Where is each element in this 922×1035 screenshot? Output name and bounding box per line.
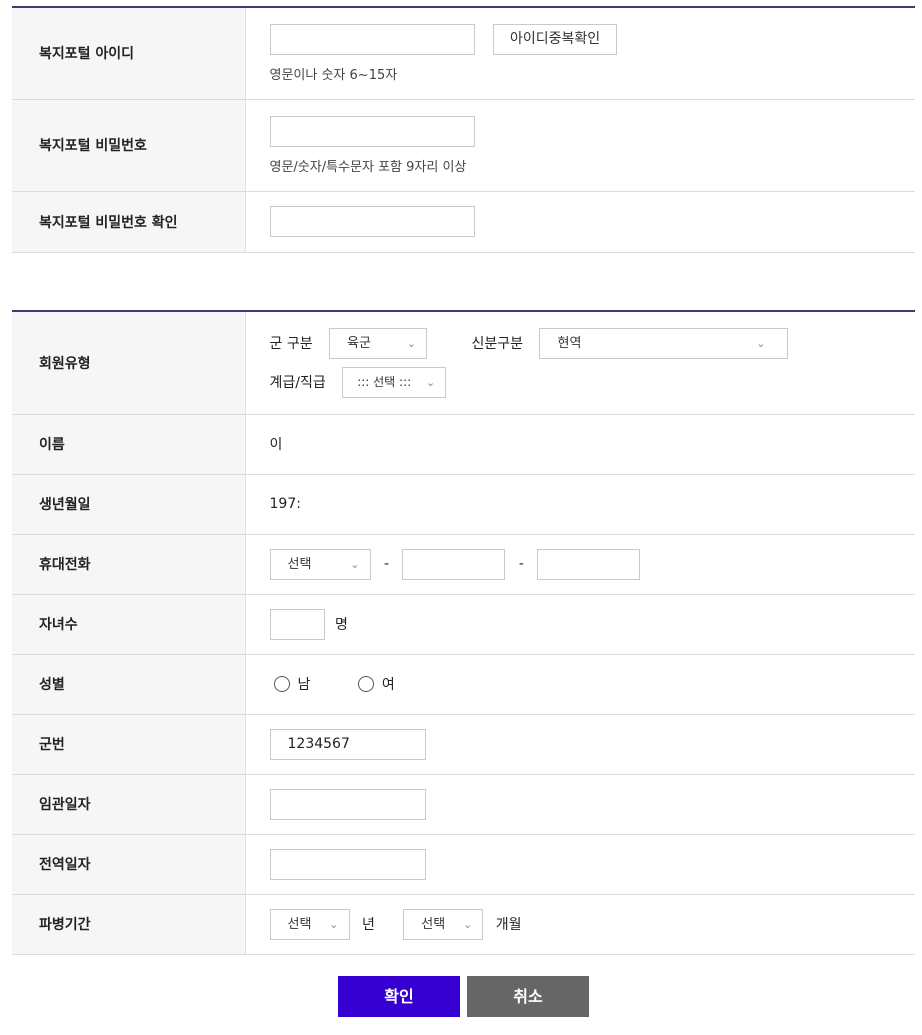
chevron-down-icon: ⌄ [329, 917, 339, 931]
password-input[interactable] [269, 115, 475, 147]
gender-label: 성별 [12, 654, 246, 715]
military-branch-select[interactable]: 육군 ⌄ [329, 327, 428, 359]
deployment-period-label: 파병기간 [12, 894, 246, 955]
password-help-text: 영문/숫자/특수문자 포함 9자리 이상 [269, 159, 467, 175]
cancel-button[interactable]: 취소 [467, 976, 589, 1017]
rank-label: 계급/직급 [269, 375, 326, 392]
military-branch-value: 육군 [347, 335, 371, 351]
deployment-month-unit: 개월 [495, 917, 522, 933]
chevron-down-icon: ⌄ [425, 375, 436, 389]
children-unit: 명 [334, 617, 348, 633]
service-number-label: 군번 [12, 714, 246, 775]
phone-separator: - [383, 556, 390, 572]
rank-value: ::: 선택 ::: [357, 374, 412, 389]
phone-separator: - [518, 556, 524, 572]
member-type-label: 회원유형 [12, 311, 246, 415]
gender-female-label: 여 [381, 677, 395, 693]
name-label: 이름 [12, 414, 246, 475]
chevron-down-icon: ⌄ [406, 336, 417, 350]
deployment-year-select[interactable]: 선택 ⌄ [269, 908, 350, 940]
status-select[interactable]: 현역 ⌄ [539, 327, 789, 359]
id-label: 복지포털 아이디 [12, 7, 246, 100]
commission-date-input[interactable] [269, 788, 426, 820]
birthdate-label: 생년월일 [12, 474, 246, 535]
phone-last-input[interactable] [537, 548, 641, 580]
radio-female-icon[interactable] [357, 676, 374, 692]
chevron-down-icon: ⌄ [756, 336, 766, 350]
name-value: 이 [245, 414, 915, 475]
discharge-date-input[interactable] [269, 848, 426, 880]
chevron-down-icon: ⌄ [463, 917, 473, 931]
account-form: 복지포털 아이디 아이디중복확인 영문이나 숫자 6~15자 복지포털 비밀번호… [12, 6, 915, 253]
id-duplicate-check-button[interactable]: 아이디중복확인 [492, 23, 618, 55]
password-label: 복지포털 비밀번호 [12, 99, 246, 192]
phone-prefix-value: 선택 [287, 556, 312, 572]
member-form: 회원유형 군 구분 육군 ⌄ 신분구분 현역 ⌄ 계급/직급 ::: 선택 ::… [12, 310, 915, 955]
id-help-text: 영문이나 숫자 6~15자 [269, 67, 398, 83]
deployment-year-unit: 년 [361, 917, 375, 933]
password-confirm-input[interactable] [269, 206, 475, 237]
gender-male-label: 남 [297, 677, 311, 693]
radio-male-icon[interactable] [273, 676, 290, 692]
phone-label: 휴대전화 [12, 534, 246, 595]
chevron-down-icon: ⌄ [350, 557, 360, 571]
status-label: 신분구분 [471, 336, 524, 353]
status-value: 현역 [557, 335, 582, 351]
deployment-month-select[interactable]: 선택 ⌄ [403, 908, 484, 940]
rank-select[interactable]: ::: 선택 ::: ⌄ [342, 366, 447, 398]
deployment-year-value: 선택 [287, 916, 312, 932]
children-input[interactable] [269, 608, 325, 640]
children-label: 자녀수 [12, 594, 246, 655]
phone-middle-input[interactable] [402, 548, 506, 580]
commission-date-label: 임관일자 [12, 774, 246, 835]
military-branch-label: 군 구분 [269, 336, 313, 353]
phone-prefix-select[interactable]: 선택 ⌄ [269, 548, 371, 580]
password-confirm-label: 복지포털 비밀번호 확인 [12, 191, 246, 253]
discharge-date-label: 전역일자 [12, 834, 246, 895]
deployment-month-value: 선택 [421, 916, 446, 932]
birthdate-value: 197: [245, 474, 915, 535]
id-input[interactable] [269, 23, 475, 55]
service-number-input[interactable]: 1234567 [269, 728, 426, 760]
confirm-button[interactable]: 확인 [338, 976, 460, 1017]
